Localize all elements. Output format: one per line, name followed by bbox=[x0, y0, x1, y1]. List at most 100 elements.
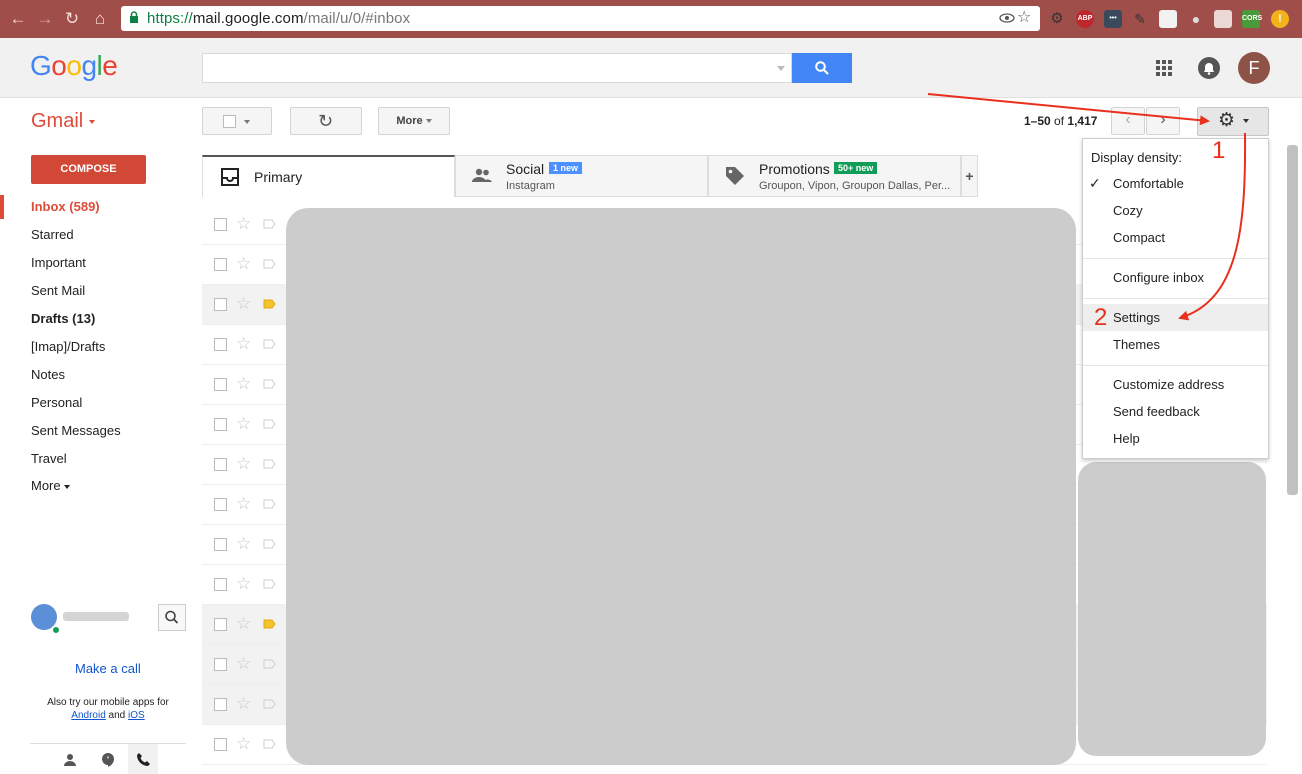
notifications-bell-icon[interactable] bbox=[1198, 57, 1220, 79]
pencil-icon[interactable]: ✎ bbox=[1131, 10, 1149, 28]
row-checkbox[interactable] bbox=[214, 578, 227, 591]
back-icon[interactable]: ← bbox=[7, 8, 29, 30]
star-icon[interactable]: ☆ bbox=[236, 694, 251, 714]
nav-travel[interactable]: Travel bbox=[31, 451, 67, 466]
google-logo[interactable]: Google bbox=[30, 50, 118, 82]
star-icon[interactable]: ☆ bbox=[236, 414, 251, 434]
row-checkbox[interactable] bbox=[214, 418, 227, 431]
warning-icon[interactable]: ! bbox=[1271, 10, 1289, 28]
hangouts-search-button[interactable] bbox=[158, 604, 186, 631]
importance-marker-icon[interactable] bbox=[263, 419, 276, 429]
importance-marker-icon[interactable] bbox=[263, 499, 276, 509]
star-icon[interactable]: ☆ bbox=[236, 454, 251, 474]
gmail-menu-label[interactable]: Gmail bbox=[31, 110, 95, 133]
nav-sent-mail[interactable]: Sent Mail bbox=[31, 283, 85, 298]
menu-item-comfortable[interactable]: ✓ Comfortable bbox=[1083, 170, 1268, 197]
search-button[interactable] bbox=[792, 53, 852, 83]
menu-item-cozy[interactable]: Cozy bbox=[1083, 197, 1268, 224]
importance-marker-icon[interactable] bbox=[263, 379, 276, 389]
nav-notes[interactable]: Notes bbox=[31, 367, 65, 382]
importance-marker-icon[interactable] bbox=[263, 739, 276, 749]
contacts-person-icon[interactable] bbox=[63, 753, 77, 767]
nav-sent-messages[interactable]: Sent Messages bbox=[31, 423, 121, 438]
row-checkbox[interactable] bbox=[214, 498, 227, 511]
bulb-icon[interactable]: ● bbox=[1187, 10, 1205, 28]
star-icon[interactable]: ☆ bbox=[236, 374, 251, 394]
menu-item-send-feedback[interactable]: Send feedback bbox=[1083, 398, 1268, 425]
star-icon[interactable]: ☆ bbox=[236, 494, 251, 514]
menu-item-customize-address[interactable]: Customize address bbox=[1083, 371, 1268, 398]
scrollbar-thumb[interactable] bbox=[1287, 145, 1298, 495]
importance-marker-icon[interactable] bbox=[263, 539, 276, 549]
address-bar[interactable]: https://mail.google.com/mail/u/0/#inbox … bbox=[121, 6, 1040, 31]
row-checkbox[interactable] bbox=[214, 378, 227, 391]
refresh-button[interactable]: ↻ bbox=[290, 107, 362, 135]
importance-marker-icon[interactable] bbox=[263, 299, 276, 309]
forward-icon[interactable]: → bbox=[34, 8, 56, 30]
nav-drafts[interactable]: Drafts (13) bbox=[31, 311, 95, 326]
row-checkbox[interactable] bbox=[214, 738, 227, 751]
row-checkbox[interactable] bbox=[214, 258, 227, 271]
importance-marker-icon[interactable] bbox=[263, 339, 276, 349]
star-icon[interactable]: ☆ bbox=[236, 334, 251, 354]
extension-dots-icon[interactable]: ••• bbox=[1104, 10, 1122, 28]
account-avatar[interactable]: F bbox=[1238, 52, 1270, 84]
search-input[interactable] bbox=[202, 53, 792, 83]
add-tab-button[interactable]: + bbox=[961, 155, 978, 197]
bookmark-star-icon[interactable]: ☆ bbox=[1017, 7, 1031, 27]
cors-icon[interactable]: CORS bbox=[1242, 10, 1262, 28]
row-checkbox[interactable] bbox=[214, 658, 227, 671]
tab-social[interactable]: Social 1 new Instagram bbox=[455, 155, 708, 197]
nav-personal[interactable]: Personal bbox=[31, 395, 82, 410]
nav-important[interactable]: Important bbox=[31, 255, 86, 270]
menu-item-themes[interactable]: Themes bbox=[1083, 331, 1268, 358]
star-icon[interactable]: ☆ bbox=[236, 654, 251, 674]
star-icon[interactable]: ☆ bbox=[236, 214, 251, 234]
settings-gear-button[interactable]: ⚙ bbox=[1197, 107, 1269, 136]
importance-marker-icon[interactable] bbox=[263, 659, 276, 669]
star-icon[interactable]: ☆ bbox=[236, 534, 251, 554]
importance-marker-icon[interactable] bbox=[263, 699, 276, 709]
search-options-caret[interactable] bbox=[777, 66, 785, 71]
row-checkbox[interactable] bbox=[214, 538, 227, 551]
menu-item-configure-inbox[interactable]: Configure inbox bbox=[1083, 264, 1268, 291]
nav-starred[interactable]: Starred bbox=[31, 227, 74, 242]
importance-marker-icon[interactable] bbox=[263, 219, 276, 229]
adblock-icon[interactable]: ABP bbox=[1076, 10, 1094, 28]
reload-icon[interactable]: ↻ bbox=[61, 8, 83, 30]
nav-imap-drafts[interactable]: [Imap]/Drafts bbox=[31, 339, 105, 354]
row-checkbox[interactable] bbox=[214, 698, 227, 711]
star-icon[interactable]: ☆ bbox=[236, 614, 251, 634]
newer-button[interactable]: ‹ bbox=[1111, 107, 1145, 135]
star-icon[interactable]: ☆ bbox=[236, 254, 251, 274]
menu-item-help[interactable]: Help bbox=[1083, 425, 1268, 452]
nav-inbox[interactable]: Inbox (589) bbox=[31, 199, 100, 214]
apps-grid-icon[interactable] bbox=[1156, 60, 1172, 76]
tab-primary[interactable]: Primary bbox=[202, 155, 455, 197]
importance-marker-icon[interactable] bbox=[263, 619, 276, 629]
select-checkbox-button[interactable] bbox=[202, 107, 272, 135]
row-checkbox[interactable] bbox=[214, 618, 227, 631]
nav-more[interactable]: More bbox=[31, 478, 70, 493]
ios-link[interactable]: iOS bbox=[128, 710, 145, 721]
star-icon[interactable]: ☆ bbox=[236, 294, 251, 314]
hangouts-icon[interactable]: " bbox=[101, 752, 115, 767]
older-button[interactable]: › bbox=[1146, 107, 1180, 135]
more-actions-button[interactable]: More bbox=[378, 107, 450, 135]
compose-button[interactable]: COMPOSE bbox=[31, 155, 146, 184]
eye-icon[interactable] bbox=[999, 11, 1015, 25]
importance-marker-icon[interactable] bbox=[263, 259, 276, 269]
home-icon[interactable]: ⌂ bbox=[89, 8, 111, 30]
star-icon[interactable]: ☆ bbox=[236, 574, 251, 594]
make-a-call-link[interactable]: Make a call bbox=[75, 661, 141, 676]
phone-tab[interactable] bbox=[128, 744, 158, 774]
android-link[interactable]: Android bbox=[71, 710, 105, 721]
extension-white-icon[interactable] bbox=[1159, 10, 1177, 28]
menu-item-settings[interactable]: Settings bbox=[1083, 304, 1268, 331]
menu-item-compact[interactable]: Compact bbox=[1083, 224, 1268, 251]
star-icon[interactable]: ☆ bbox=[236, 734, 251, 754]
row-checkbox[interactable] bbox=[214, 338, 227, 351]
extension-pig-icon[interactable] bbox=[1214, 10, 1232, 28]
gear-extension-icon[interactable]: ⚙ bbox=[1048, 10, 1066, 28]
row-checkbox[interactable] bbox=[214, 458, 227, 471]
